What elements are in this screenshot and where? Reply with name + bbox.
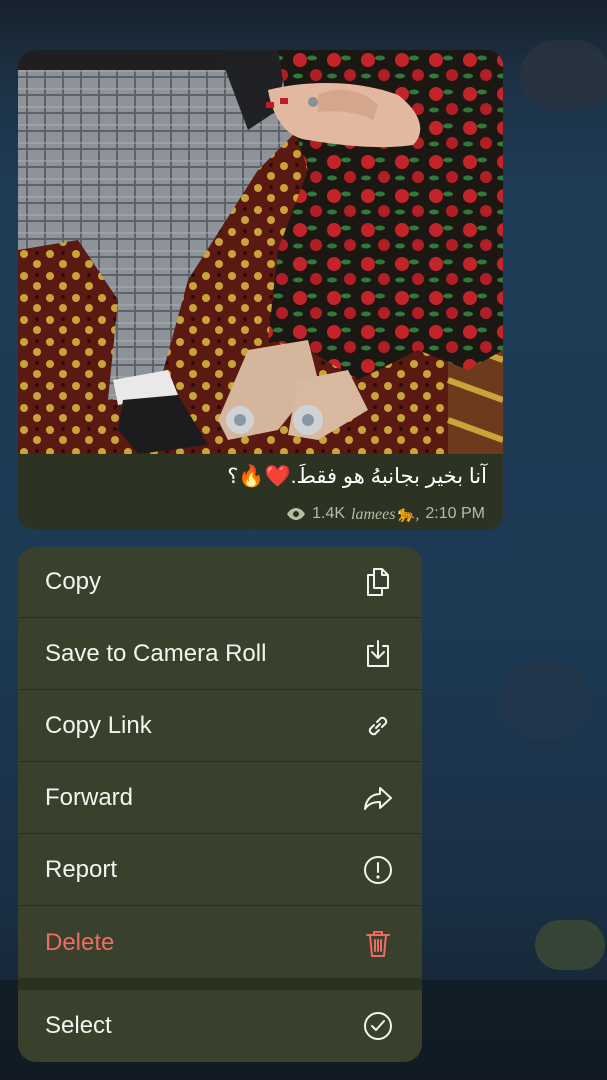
menu-item-select[interactable]: Select bbox=[18, 990, 422, 1062]
menu-item-label: Report bbox=[45, 856, 118, 883]
context-menu: Copy Save to Camera Roll Copy Link Forwa… bbox=[18, 547, 422, 1062]
menu-item-copy-link[interactable]: Copy Link bbox=[18, 691, 422, 762]
message-photo[interactable] bbox=[18, 50, 503, 454]
menu-item-label: Copy bbox=[45, 568, 102, 595]
download-icon bbox=[362, 638, 394, 670]
trash-icon bbox=[362, 927, 394, 959]
blurred-header-avatar bbox=[520, 40, 607, 110]
report-icon bbox=[362, 854, 394, 886]
menu-item-report[interactable]: Report bbox=[18, 835, 422, 906]
blurred-avatar bbox=[500, 660, 590, 740]
menu-item-copy[interactable]: Copy bbox=[18, 547, 422, 618]
blurred-sticker bbox=[535, 920, 605, 970]
message-meta: 1.4K lamees🐆, 2:10 PM bbox=[286, 504, 485, 524]
message-caption: آنا بخير بجانبهُ هو فقطَ.❤️🔥؟ bbox=[227, 465, 487, 488]
menu-item-label: Save to Camera Roll bbox=[45, 640, 267, 667]
photo-illustration bbox=[18, 50, 503, 454]
menu-separator bbox=[18, 978, 422, 990]
menu-item-label: Select bbox=[45, 1012, 112, 1039]
message-author: lamees🐆, bbox=[351, 506, 420, 523]
link-icon bbox=[362, 710, 394, 742]
views-eye-icon bbox=[287, 508, 306, 520]
menu-item-label: Forward bbox=[45, 784, 134, 811]
forward-icon bbox=[362, 782, 394, 814]
views-count: 1.4K bbox=[312, 505, 346, 522]
message-time: 2:10 PM bbox=[425, 505, 485, 522]
menu-item-label: Copy Link bbox=[45, 712, 152, 739]
menu-item-label: Delete bbox=[45, 928, 115, 956]
check-circle-icon bbox=[362, 1010, 394, 1042]
menu-item-delete[interactable]: Delete bbox=[18, 907, 422, 978]
message-bubble[interactable]: آنا بخير بجانبهُ هو فقطَ.❤️🔥؟ 1.4K lamee… bbox=[18, 50, 503, 530]
menu-item-forward[interactable]: Forward bbox=[18, 763, 422, 834]
copy-icon bbox=[362, 566, 394, 598]
menu-item-save-to-camera-roll[interactable]: Save to Camera Roll bbox=[18, 619, 422, 690]
